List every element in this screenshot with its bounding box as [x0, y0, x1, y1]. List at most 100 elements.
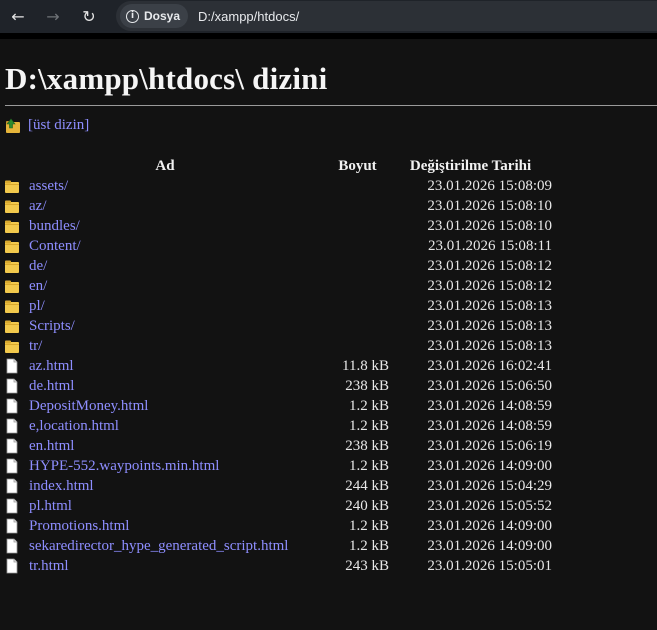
heading-divider [5, 105, 657, 106]
name-cell: en/ [4, 278, 326, 295]
name-cell: de/ [4, 258, 326, 275]
file-icon [6, 418, 18, 434]
entry-link[interactable]: az.html [29, 358, 74, 375]
modified-cell: 23.01.2026 15:08:11 [427, 237, 552, 254]
size-cell: 238 kB [345, 437, 389, 454]
entry-link[interactable]: Content/ [29, 238, 81, 255]
entry-link[interactable]: de.html [29, 378, 74, 395]
size-cell: 11.8 kB [342, 357, 389, 374]
file-icon [6, 498, 18, 514]
table-row: tr.html 243 kB 23.01.2026 15:05:01 [4, 556, 552, 576]
folder-icon [5, 240, 19, 253]
table-row: pl/23.01.2026 15:08:13 [4, 296, 552, 316]
modified-cell: 23.01.2026 15:08:10 [427, 217, 552, 234]
name-cell: en.html [4, 438, 326, 455]
entry-link[interactable]: az/ [29, 198, 46, 215]
folder-icon [5, 340, 19, 353]
modified-cell: 23.01.2026 14:09:00 [427, 457, 552, 474]
modified-cell: 23.01.2026 15:08:13 [427, 297, 552, 314]
file-icon [6, 538, 18, 554]
table-row: tr/23.01.2026 15:08:13 [4, 336, 552, 356]
name-cell: pl/ [4, 298, 326, 315]
entry-link[interactable]: assets/ [29, 178, 68, 195]
entry-link[interactable]: e,location.html [29, 418, 119, 435]
name-cell: pl.html [4, 498, 326, 515]
header-modified[interactable]: Değiştirilme Tarihi [389, 156, 552, 176]
address-bar[interactable]: i Dosya D:/xampp/htdocs/ [116, 1, 657, 31]
folder-icon [5, 220, 19, 233]
name-cell: e,location.html [4, 418, 326, 435]
entry-link[interactable]: Promotions.html [29, 518, 129, 535]
entry-link[interactable]: en.html [29, 438, 74, 455]
entry-link[interactable]: pl/ [29, 298, 45, 315]
size-cell: 244 kB [345, 477, 389, 494]
table-row: en.html 238 kB 23.01.2026 15:06:19 [4, 436, 552, 456]
name-cell: assets/ [4, 178, 326, 195]
size-cell [326, 236, 389, 256]
size-cell [326, 196, 389, 216]
table-row: en/23.01.2026 15:08:12 [4, 276, 552, 296]
file-icon [6, 518, 18, 534]
folder-icon [5, 260, 19, 273]
size-cell: 1.2 kB [348, 417, 389, 434]
toolbar-divider [0, 33, 657, 39]
browser-toolbar: ← → ↻ i Dosya D:/xampp/htdocs/ [0, 0, 657, 33]
header-name[interactable]: Ad [4, 156, 326, 176]
table-row: de.html 238 kB 23.01.2026 15:06:50 [4, 376, 552, 396]
name-cell: Scripts/ [4, 318, 326, 335]
name-cell: DepositMoney.html [4, 398, 326, 415]
entry-link[interactable]: tr.html [29, 558, 69, 575]
address-text[interactable]: D:/xampp/htdocs/ [198, 9, 299, 24]
table-row: Content/23.01.2026 15:08:11 [4, 236, 552, 256]
file-icon [6, 358, 18, 374]
entry-link[interactable]: en/ [29, 278, 47, 295]
entry-link[interactable]: de/ [29, 258, 47, 275]
modified-cell: 23.01.2026 15:08:12 [427, 257, 552, 274]
entry-link[interactable]: Scripts/ [29, 318, 75, 335]
table-row: HYPE-552.waypoints.min.html 1.2 kB 23.01.2… [4, 456, 552, 476]
table-row: e,location.html 1.2 kB 23.01.2026 14:08:59 [4, 416, 552, 436]
forward-icon[interactable]: → [38, 1, 68, 31]
modified-cell: 23.01.2026 15:08:13 [427, 337, 552, 354]
size-cell: 1.2 kB [348, 457, 389, 474]
reload-icon[interactable]: ↻ [74, 1, 104, 31]
entry-link[interactable]: DepositMoney.html [29, 398, 148, 415]
entry-link[interactable]: sekaredirector_hype_generated_script.htm… [29, 538, 288, 555]
table-row: Scripts/23.01.2026 15:08:13 [4, 316, 552, 336]
folder-icon [5, 180, 19, 193]
modified-cell: 23.01.2026 15:06:50 [427, 377, 552, 394]
name-cell: Content/ [4, 238, 326, 255]
table-row: index.html 244 kB 23.01.2026 15:04:29 [4, 476, 552, 496]
page-title: D:\xampp\htdocs\ dizini [5, 61, 328, 96]
modified-cell: 23.01.2026 14:09:00 [427, 517, 552, 534]
modified-cell: 23.01.2026 15:05:01 [427, 557, 552, 574]
file-icon [6, 438, 18, 454]
modified-cell: 23.01.2026 15:06:19 [427, 437, 552, 454]
entry-link[interactable]: index.html [29, 478, 94, 495]
table-row: pl.html 240 kB 23.01.2026 15:05:52 [4, 496, 552, 516]
name-cell: HYPE-552.waypoints.min.html [4, 458, 326, 475]
name-cell: az.html [4, 358, 326, 375]
entry-link[interactable]: bundles/ [29, 218, 80, 235]
table-header-row: Ad Boyut Değiştirilme Tarihi [4, 156, 552, 176]
size-cell: 1.2 kB [348, 537, 389, 554]
table-row: bundles/23.01.2026 15:08:10 [4, 216, 552, 236]
modified-cell: 23.01.2026 14:09:00 [427, 537, 552, 554]
header-size[interactable]: Boyut [326, 156, 389, 176]
entry-link[interactable]: HYPE-552.waypoints.min.html [29, 458, 219, 475]
entry-link[interactable]: pl.html [29, 498, 72, 515]
modified-cell: 23.01.2026 15:04:29 [427, 477, 552, 494]
entry-link[interactable]: tr/ [29, 338, 42, 355]
modified-cell: 23.01.2026 15:05:52 [427, 497, 552, 514]
table-row: Promotions.html 1.2 kB 23.01.2026 14:09:00 [4, 516, 552, 536]
size-cell [326, 276, 389, 296]
back-icon[interactable]: ← [3, 1, 33, 31]
file-icon [6, 558, 18, 574]
folder-icon [5, 200, 19, 213]
size-cell [326, 216, 389, 236]
modified-cell: 23.01.2026 15:08:10 [427, 197, 552, 214]
parent-directory-link[interactable]: [üst dizin] [28, 117, 89, 134]
file-icon [6, 398, 18, 414]
site-info-chip[interactable]: i Dosya [120, 4, 189, 28]
name-cell: bundles/ [4, 218, 326, 235]
